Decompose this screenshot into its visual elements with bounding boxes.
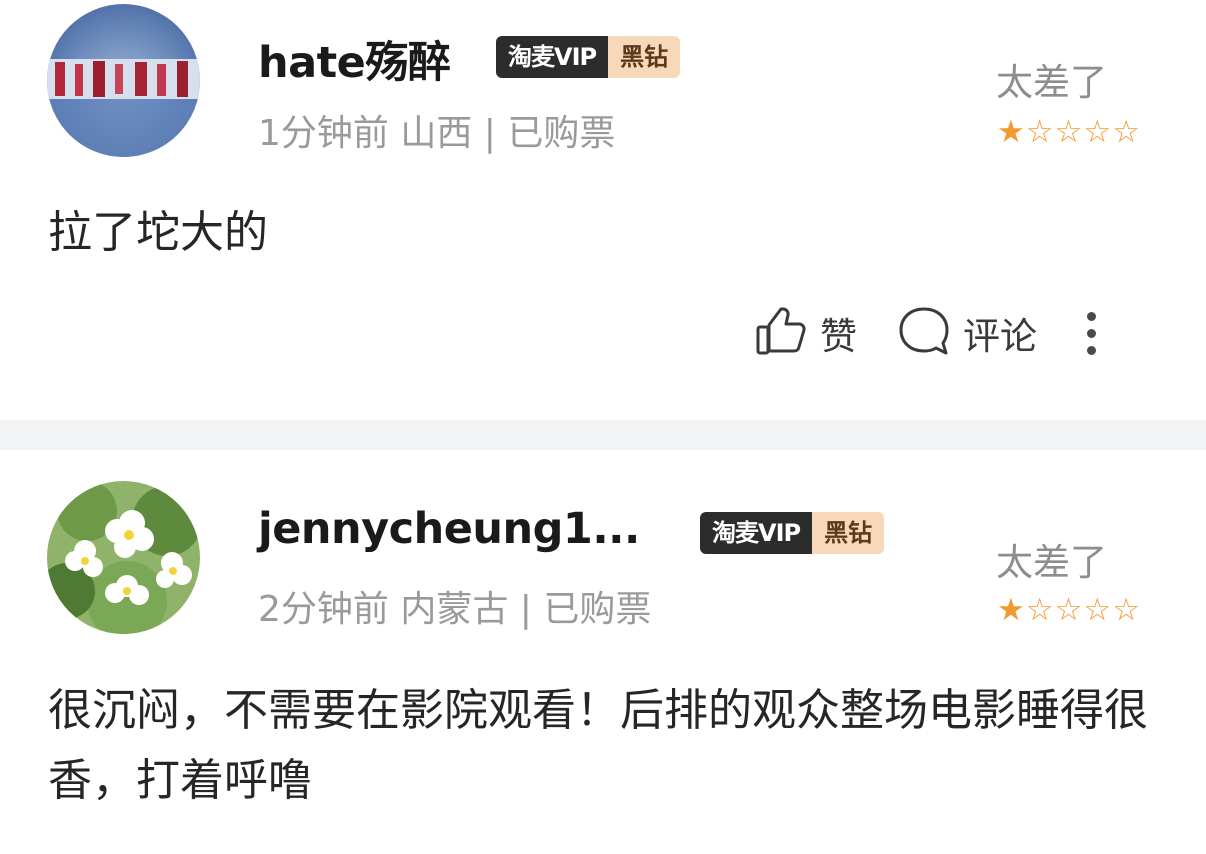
vip-badge: 淘麦VIP 黑钻: [700, 512, 885, 554]
avatar[interactable]: [47, 481, 200, 634]
star-rating: ★☆☆☆☆: [997, 114, 1141, 150]
comment-label: 评论: [963, 315, 1037, 358]
section-divider: [0, 420, 1206, 450]
more-options-button[interactable]: [1081, 303, 1101, 363]
review-actions: 赞 评论: [754, 303, 1101, 363]
star-empty-icon: ☆: [1083, 114, 1113, 150]
star-empty-icon: ☆: [1025, 592, 1055, 628]
vip-badge-label: 淘麦VIP: [496, 36, 609, 78]
review-card: hate殇醉 淘麦VIP 黑钻 1分钟前 山西 | 已购票 太差了 ★☆☆☆☆ …: [0, 0, 1206, 420]
star-filled-icon: ★: [997, 592, 1026, 628]
comment-button[interactable]: 评论: [895, 303, 1037, 363]
avatar[interactable]: [47, 4, 200, 157]
rating-text: 太差了: [996, 541, 1107, 584]
rating-text: 太差了: [996, 61, 1107, 104]
comment-bubble-icon: [895, 303, 953, 363]
thumbs-up-icon: [754, 303, 810, 363]
review-meta: 2分钟前 内蒙古 | 已购票: [258, 589, 652, 630]
review-meta: 1分钟前 山西 | 已购票: [258, 113, 616, 154]
vip-level-label: 黑钻: [608, 36, 681, 78]
username[interactable]: jennycheung1...: [258, 504, 640, 554]
star-filled-icon: ★: [997, 114, 1026, 150]
review-content: 很沉闷，不需要在影院观看！后排的观众整场电影睡得很香，打着呼噜: [48, 685, 1148, 806]
more-vertical-icon: [1086, 308, 1096, 359]
star-empty-icon: ☆: [1112, 592, 1141, 628]
like-label: 赞: [820, 315, 857, 358]
star-empty-icon: ☆: [1054, 114, 1084, 150]
star-empty-icon: ☆: [1054, 592, 1084, 628]
review-card: jennycheung1... 淘麦VIP 黑钻 2分钟前 内蒙古 | 已购票 …: [0, 450, 1206, 854]
review-content: 拉了坨大的: [48, 207, 268, 258]
star-empty-icon: ☆: [1083, 592, 1113, 628]
star-rating: ★☆☆☆☆: [997, 592, 1141, 628]
star-empty-icon: ☆: [1025, 114, 1055, 150]
vip-badge-label: 淘麦VIP: [700, 512, 813, 554]
like-button[interactable]: 赞: [754, 303, 857, 363]
username[interactable]: hate殇醉: [258, 28, 451, 90]
vip-badge: 淘麦VIP 黑钻: [496, 36, 681, 78]
star-empty-icon: ☆: [1112, 114, 1141, 150]
vip-level-label: 黑钻: [812, 512, 885, 554]
